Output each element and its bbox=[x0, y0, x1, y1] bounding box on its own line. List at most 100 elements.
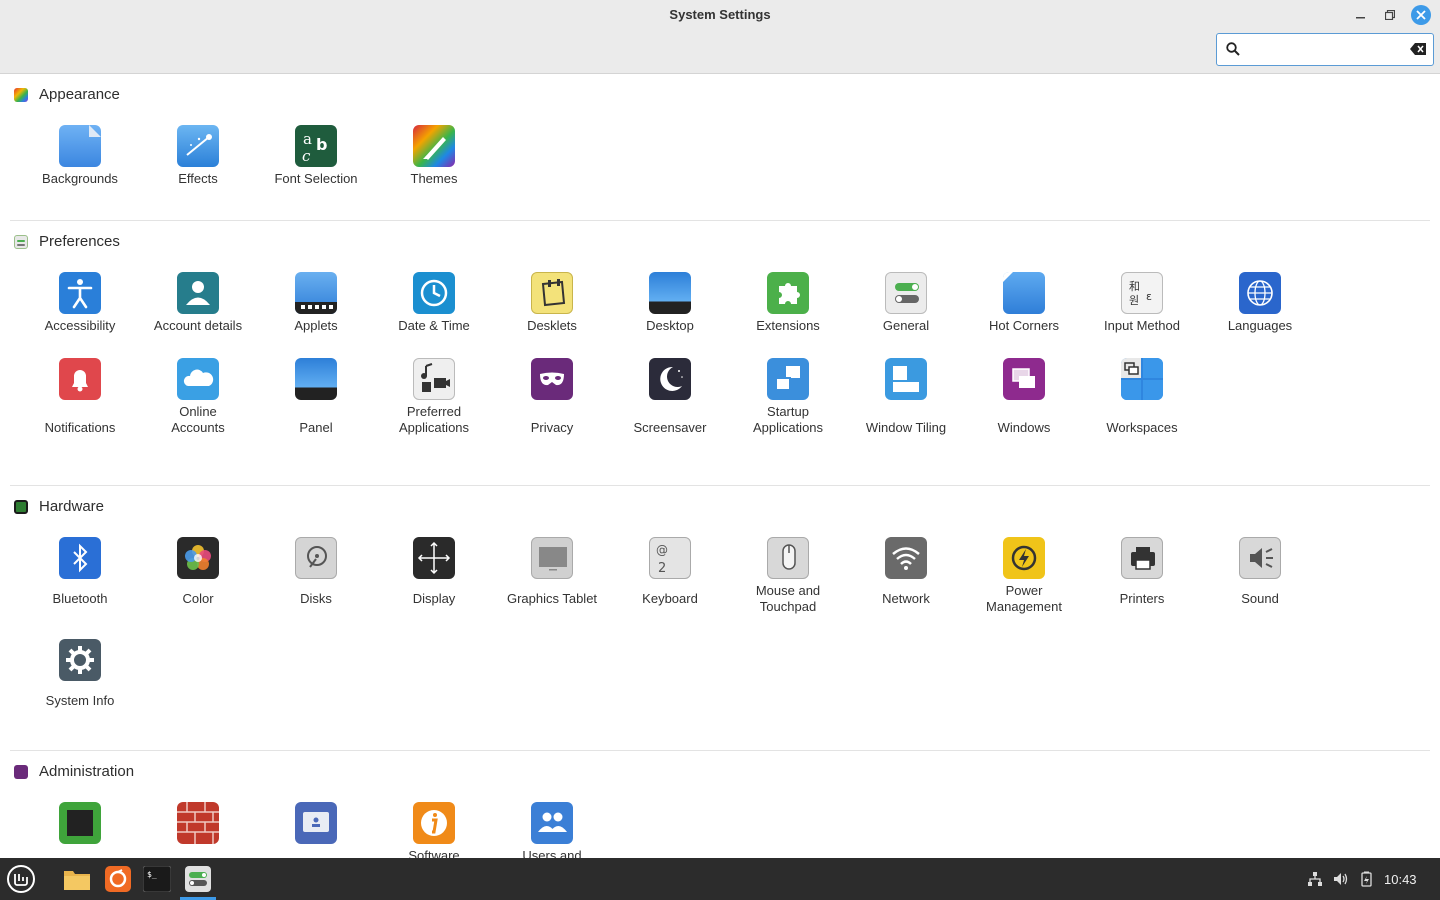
settings-item-network[interactable]: Network bbox=[847, 537, 965, 615]
terminal-icon: $_ bbox=[143, 866, 171, 892]
section-header-administration: Administration bbox=[14, 763, 134, 780]
settings-item-workspaces[interactable]: Workspaces bbox=[1083, 358, 1201, 436]
section-separator bbox=[10, 485, 1430, 486]
settings-item-screensaver[interactable]: Screensaver bbox=[611, 358, 729, 436]
item-label: Themes bbox=[410, 171, 458, 186]
settings-item-windows[interactable]: Windows bbox=[965, 358, 1083, 436]
battery-tray[interactable] bbox=[1358, 871, 1376, 887]
settings-item-accessibility[interactable]: Accessibility bbox=[21, 272, 139, 334]
settings-item-applets[interactable]: Applets bbox=[257, 272, 375, 334]
settings-item-font-selection[interactable]: abc Font Selection bbox=[257, 125, 375, 187]
settings-item-date-time[interactable]: Date & Time bbox=[375, 272, 493, 334]
account-details-icon bbox=[177, 272, 219, 314]
tablet-icon bbox=[531, 537, 573, 579]
wifi-icon bbox=[885, 537, 927, 579]
settings-item-startup-applications[interactable]: Startup Applications bbox=[729, 358, 847, 436]
settings-item-preferred-applications[interactable]: Preferred Applications bbox=[375, 358, 493, 436]
svg-text:원: 원 bbox=[1129, 294, 1139, 307]
settings-item-panel[interactable]: Panel bbox=[257, 358, 375, 436]
clear-search-icon[interactable] bbox=[1410, 43, 1426, 55]
section-title: Hardware bbox=[39, 498, 105, 515]
settings-item-disks[interactable]: Disks bbox=[257, 537, 375, 615]
item-label: Mouse and Touchpad bbox=[755, 583, 821, 614]
item-label: System Info bbox=[45, 693, 115, 708]
settings-item-graphics-tablet[interactable]: Graphics Tablet bbox=[493, 537, 611, 615]
svg-text:2: 2 bbox=[658, 561, 666, 576]
volume-tray[interactable] bbox=[1332, 871, 1350, 887]
settings-item-desklets[interactable]: Desklets bbox=[493, 272, 611, 334]
section-header-preferences: Preferences bbox=[14, 233, 120, 250]
settings-item-display[interactable]: Display bbox=[375, 537, 493, 615]
system-settings-icon bbox=[185, 866, 211, 892]
settings-item-themes[interactable]: Themes bbox=[375, 125, 493, 187]
settings-item-admin-2[interactable] bbox=[139, 802, 257, 858]
settings-item-desktop[interactable]: Desktop bbox=[611, 272, 729, 334]
settings-item-account-details[interactable]: Account details bbox=[139, 272, 257, 334]
minimize-icon bbox=[1356, 17, 1365, 19]
settings-item-admin-3[interactable] bbox=[257, 802, 375, 858]
disk-icon bbox=[295, 537, 337, 579]
settings-item-bluetooth[interactable]: Bluetooth bbox=[21, 537, 139, 615]
appearance-section-icon bbox=[14, 87, 28, 102]
clock-icon bbox=[413, 272, 455, 314]
taskbar-terminal[interactable]: $_ bbox=[140, 862, 174, 896]
themes-icon bbox=[413, 125, 455, 167]
search-box[interactable] bbox=[1216, 33, 1434, 66]
settings-item-effects[interactable]: Effects bbox=[139, 125, 257, 187]
minimize-button[interactable] bbox=[1351, 5, 1371, 25]
taskbar-files[interactable] bbox=[60, 862, 94, 896]
hot-corners-icon bbox=[1003, 272, 1045, 314]
hardware-grid: Bluetooth Color Disks Display Graphics T… bbox=[21, 537, 1319, 615]
item-label: Disks bbox=[300, 591, 332, 606]
settings-item-languages[interactable]: Languages bbox=[1201, 272, 1319, 334]
puzzle-icon bbox=[767, 272, 809, 314]
settings-item-general[interactable]: General bbox=[847, 272, 965, 334]
settings-item-privacy[interactable]: Privacy bbox=[493, 358, 611, 436]
settings-item-online-accounts[interactable]: Online Accounts bbox=[139, 358, 257, 436]
close-button[interactable] bbox=[1411, 5, 1431, 25]
maximize-button[interactable] bbox=[1380, 5, 1400, 25]
item-label: Hot Corners bbox=[988, 318, 1060, 333]
settings-item-printers[interactable]: Printers bbox=[1083, 537, 1201, 615]
section-header-appearance: Appearance bbox=[14, 86, 120, 103]
close-icon bbox=[1416, 10, 1426, 20]
settings-item-software-sources[interactable]: Software bbox=[375, 802, 493, 858]
taskbar-software-manager[interactable] bbox=[101, 862, 135, 896]
settings-item-input-method[interactable]: 和원ε Input Method bbox=[1083, 272, 1201, 334]
section-title: Administration bbox=[39, 763, 135, 780]
settings-item-extensions[interactable]: Extensions bbox=[729, 272, 847, 334]
display-icon bbox=[413, 537, 455, 579]
applets-icon bbox=[295, 272, 337, 314]
settings-item-notifications[interactable]: Notifications bbox=[21, 358, 139, 436]
settings-item-keyboard[interactable]: @2 Keyboard bbox=[611, 537, 729, 615]
item-label: Applets bbox=[294, 318, 338, 333]
hardware-section-icon bbox=[14, 499, 28, 514]
taskbar-system-settings[interactable] bbox=[181, 862, 215, 896]
item-label: Window Tiling bbox=[865, 420, 947, 435]
settings-item-sound[interactable]: Sound bbox=[1201, 537, 1319, 615]
cloud-icon bbox=[177, 358, 219, 400]
network-tray[interactable] bbox=[1306, 871, 1324, 887]
settings-item-color[interactable]: Color bbox=[139, 537, 257, 615]
settings-item-hot-corners[interactable]: Hot Corners bbox=[965, 272, 1083, 334]
battery-charging-icon bbox=[1361, 871, 1372, 887]
preferences-grid-row2: Notifications Online Accounts Panel Pref… bbox=[21, 358, 1319, 436]
settings-item-users-groups[interactable]: Users and bbox=[493, 802, 611, 858]
preferences-section-icon bbox=[14, 234, 28, 249]
mask-icon bbox=[531, 358, 573, 400]
svg-text:$_: $_ bbox=[147, 870, 157, 879]
settings-item-window-tiling[interactable]: Window Tiling bbox=[847, 358, 965, 436]
desklets-icon bbox=[531, 272, 573, 314]
settings-item-power-management[interactable]: Power Management bbox=[965, 537, 1083, 615]
titlebar: System Settings bbox=[0, 0, 1440, 74]
printer-icon bbox=[1121, 537, 1163, 579]
menu-button[interactable] bbox=[4, 862, 38, 896]
settings-item-mouse-touchpad[interactable]: Mouse and Touchpad bbox=[729, 537, 847, 615]
preferred-applications-icon bbox=[413, 358, 455, 400]
settings-item-system-info[interactable]: System Info bbox=[21, 639, 139, 709]
settings-item-admin-1[interactable] bbox=[21, 802, 139, 858]
search-input[interactable] bbox=[1245, 40, 1405, 60]
settings-item-backgrounds[interactable]: Backgrounds bbox=[21, 125, 139, 187]
bell-icon bbox=[59, 358, 101, 400]
clock[interactable]: 10:43 bbox=[1384, 872, 1417, 887]
